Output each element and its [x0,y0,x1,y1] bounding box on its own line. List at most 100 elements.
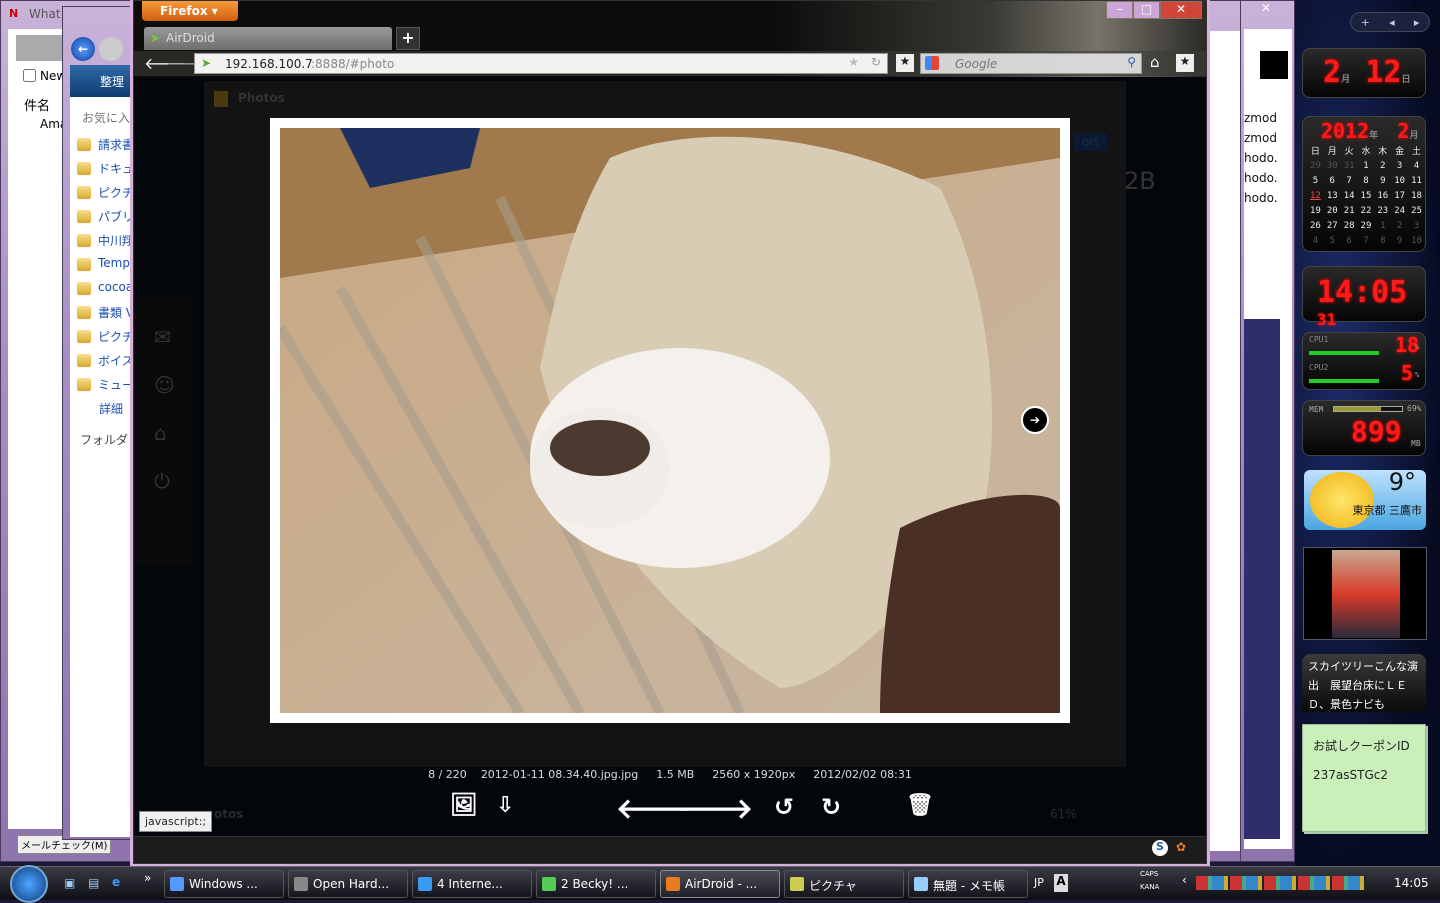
set-wallpaper-icon[interactable]: 🖼 [450,795,478,817]
search-icon[interactable]: ⚲ [1127,55,1136,69]
show-desktop-icon[interactable]: ▣ [64,876,75,890]
calendar-day[interactable]: 1 [1374,218,1391,233]
next-icon[interactable]: ▸ [1414,16,1420,29]
add-gadget-icon[interactable]: + [1361,16,1370,29]
start-button[interactable] [10,865,48,903]
tray-icons[interactable] [1196,876,1366,890]
calendar-day[interactable]: 17 [1391,188,1408,203]
skype-icon[interactable]: S [1152,840,1168,856]
details-link[interactable]: 詳細 [99,400,123,417]
rotate-left-icon[interactable]: ↺ [774,795,794,819]
url-bar[interactable]: ➤ 192.168.100.7 :8888/#photo ★ ↻ [194,53,888,74]
taskbar-item[interactable]: 2 Becky! ... [536,870,656,898]
next-photo-icon[interactable]: ➔ [1021,406,1049,434]
taskbar-item[interactable]: AirDroid - ... [660,870,780,898]
calendar-day[interactable]: 16 [1374,188,1391,203]
calendar-day[interactable]: 5 [1324,233,1341,248]
calendar-day[interactable]: 28 [1341,218,1358,233]
calendar-day[interactable]: 8 [1358,173,1375,188]
calendar-day[interactable]: 31 [1341,158,1358,173]
contact-add-icon[interactable]: ☺ [154,373,175,397]
calendar-day[interactable]: 15 [1358,188,1375,203]
close-button[interactable]: ✕ [1160,1,1202,19]
forward-icon[interactable] [99,37,123,61]
search-input[interactable]: Google ⚲ [920,53,1142,74]
bookmarks-menu-icon[interactable]: ★ [1176,54,1194,72]
calendar-day[interactable]: 5 [1307,173,1324,188]
list-row[interactable]: zmod [1244,131,1277,145]
nav-item[interactable]: パブリ [98,208,134,225]
calendar-day[interactable]: 1 [1358,158,1375,173]
new-tab-button[interactable]: + [396,27,420,50]
import-button[interactable]: ort [1074,133,1107,151]
calendar-day[interactable]: 6 [1341,233,1358,248]
calendar-day[interactable]: 4 [1408,158,1425,173]
taskbar-item[interactable]: 無題 - メモ帳 [908,870,1028,898]
calendar-day[interactable]: 26 [1307,218,1324,233]
calendar-day[interactable]: 7 [1358,233,1375,248]
news-checkbox[interactable] [23,69,36,82]
home-icon[interactable]: ⌂ [154,421,167,445]
calendar-day[interactable]: 9 [1391,233,1408,248]
list-row[interactable]: zmod [1244,111,1277,125]
calendar-day[interactable]: 2 [1374,158,1391,173]
nav-item[interactable]: ピクチ [98,184,134,201]
nav-item[interactable]: ミュー [98,376,134,393]
calendar-day[interactable]: 3 [1391,158,1408,173]
minimize-button[interactable]: – [1106,1,1133,19]
switch-windows-icon[interactable]: ▤ [88,876,99,890]
calendar-day[interactable]: 24 [1391,203,1408,218]
calendar-day[interactable]: 29 [1358,218,1375,233]
calendar-day[interactable]: 10 [1408,233,1425,248]
calendar-day[interactable]: 20 [1324,203,1341,218]
calendar-day[interactable]: 30 [1324,158,1341,173]
calendar-day[interactable]: 11 [1408,173,1425,188]
news-headline[interactable]: スカイツリーこんな演出 展望台床にＬＥＤ、景色ナビも [1302,654,1426,712]
reload-icon[interactable]: ↻ [871,55,881,69]
calendar-day[interactable]: 2 [1391,218,1408,233]
calendar-day[interactable]: 21 [1341,203,1358,218]
folders-label[interactable]: フォルダ [80,431,128,448]
maximize-button[interactable]: □ [1133,1,1160,19]
ie-icon[interactable]: e [112,875,120,889]
nav-item[interactable]: ピクチ [98,328,134,345]
calendar-day[interactable]: 25 [1408,203,1425,218]
calendar-day[interactable]: 7 [1341,173,1358,188]
taskbar-item[interactable]: Windows ... [164,870,284,898]
calendar-day[interactable]: 6 [1324,173,1341,188]
next-photo-arrow-icon[interactable]: 🡒 [678,795,753,823]
download-icon[interactable]: ⇩ [496,795,514,817]
taskbar-clock[interactable]: 14:05 [1394,876,1429,890]
calendar-day[interactable]: 9 [1374,173,1391,188]
list-row[interactable]: hodo. [1244,171,1278,185]
calendar-day[interactable]: 29 [1307,158,1324,173]
calendar-day[interactable]: 23 [1374,203,1391,218]
home-icon[interactable]: ⌂ [1150,53,1160,71]
tray-expand-icon[interactable]: ‹ [1182,873,1187,887]
weather-gadget[interactable]: 9° 東京都 三鷹市 [1304,468,1426,530]
calendar-day[interactable]: 3 [1408,218,1425,233]
calendar-day[interactable]: 18 [1408,188,1425,203]
nav-item[interactable]: ボイス [98,352,134,369]
slideshow-gadget[interactable] [1303,547,1427,640]
taskbar-item[interactable]: 4 Interne... [412,870,532,898]
ime-icon[interactable]: A [1054,874,1068,892]
nav-item[interactable]: 請求書 [98,136,134,153]
language-indicator[interactable]: JP [1034,876,1044,889]
bookmarks-icon[interactable]: ★ [896,54,914,72]
calendar-day[interactable]: 13 [1324,188,1341,203]
power-icon[interactable]: ⏻ [154,469,170,493]
delete-icon[interactable]: 🗑 [906,795,934,817]
taskbar-item[interactable]: Open Hard... [288,870,408,898]
close-icon[interactable]: ✕ [1261,1,1271,15]
quicklaunch-more-icon[interactable]: » [144,871,151,885]
nav-item[interactable]: ドキュ [98,160,134,177]
rotate-right-icon[interactable]: ↻ [821,795,841,819]
addon-icon[interactable]: ✿ [1176,840,1186,854]
firefox-menu-button[interactable]: Firefox ▾ [142,1,238,21]
back-icon[interactable]: ← [71,37,95,61]
tab-airdroid[interactable]: ➤ AirDroid [144,27,392,50]
prev-icon[interactable]: ◂ [1389,16,1395,29]
calendar-today[interactable]: 12 [1307,188,1324,203]
nav-item[interactable]: cocoa [98,280,133,294]
